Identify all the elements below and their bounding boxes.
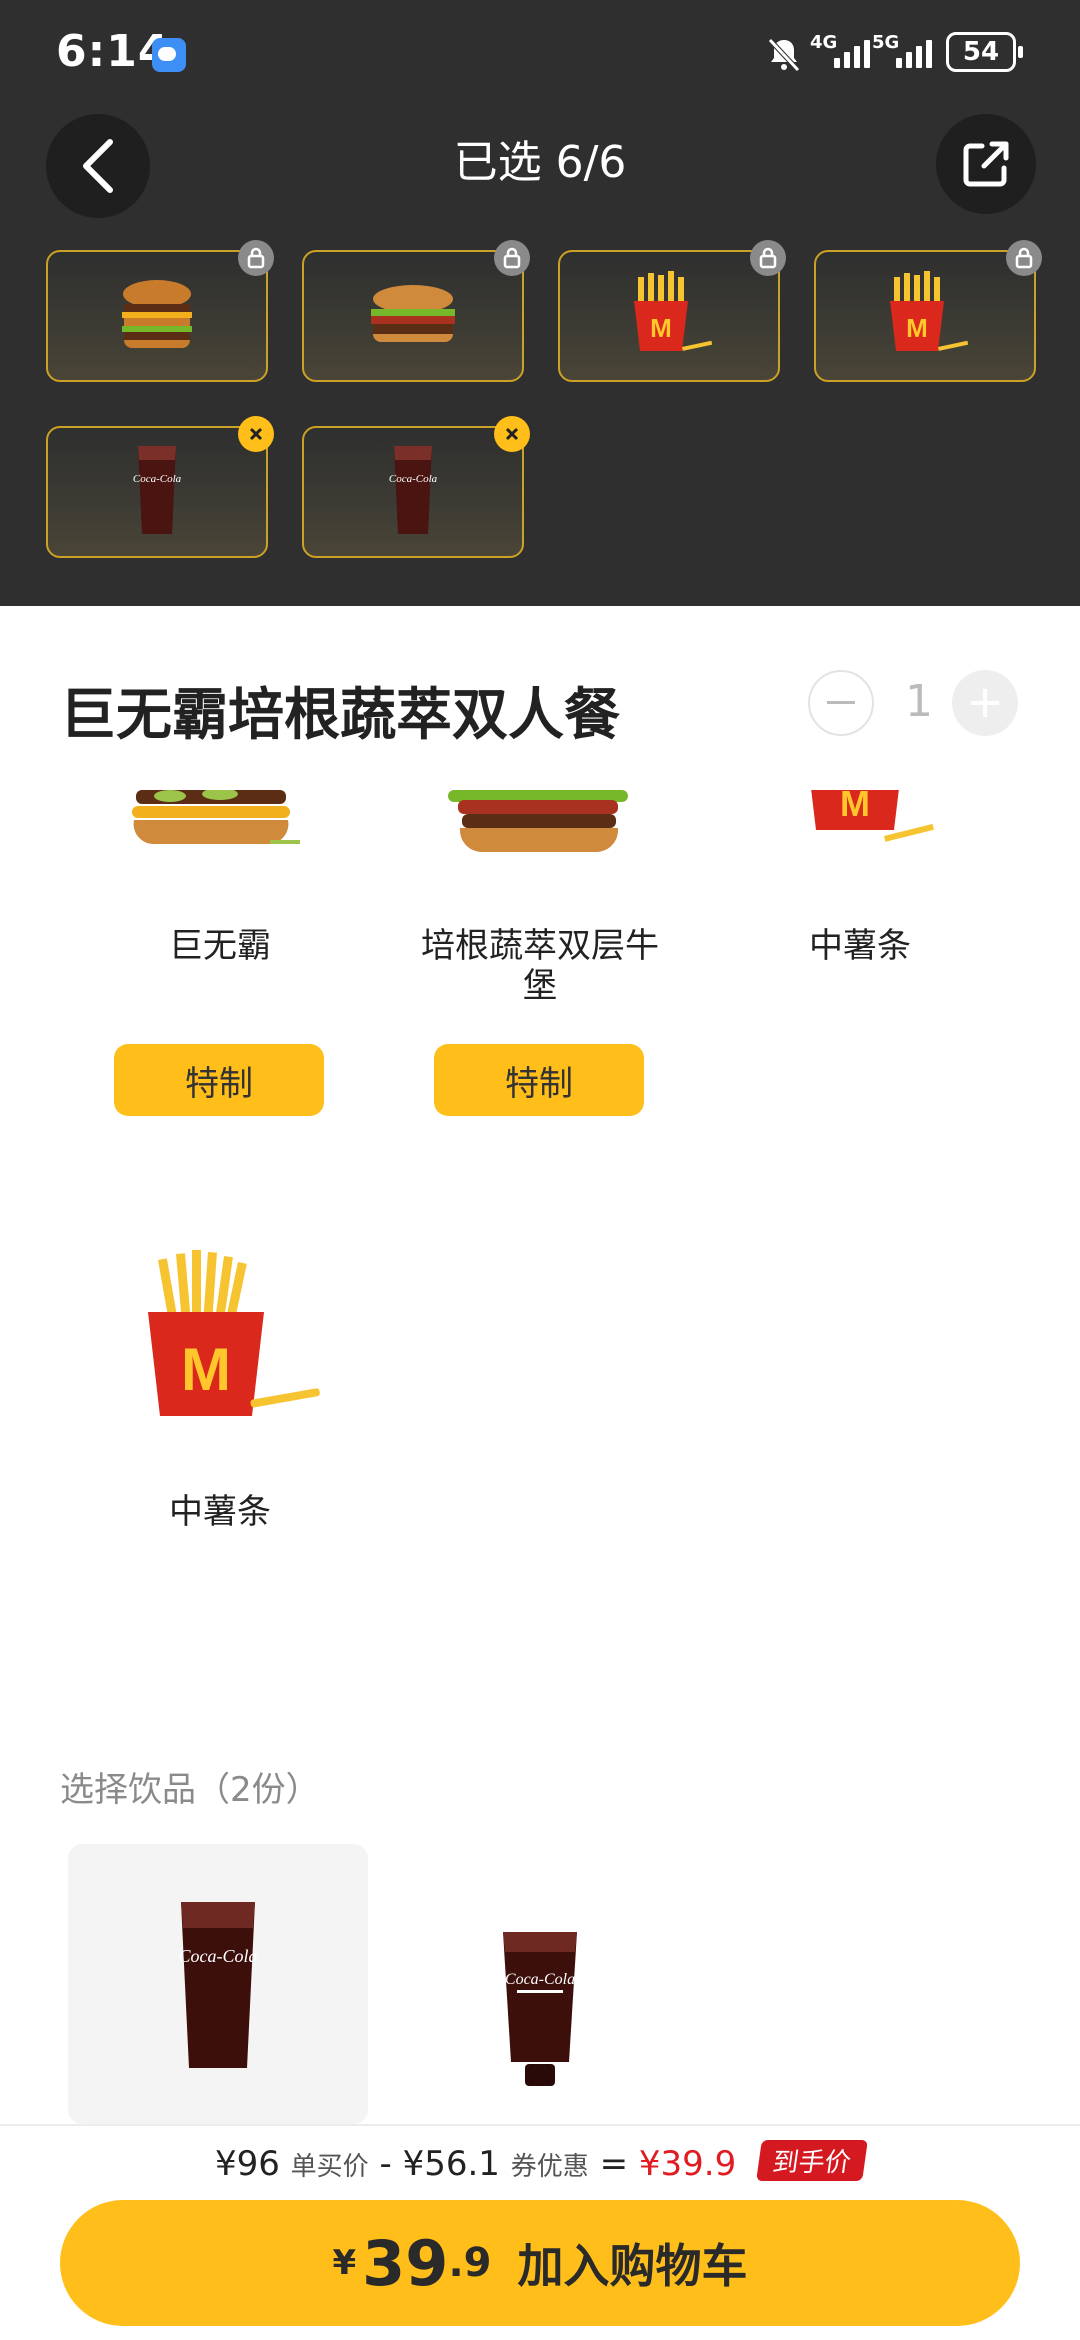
quantity-value: 1 [905,676,933,727]
burger-icon [448,790,628,853]
fries-icon: M [890,271,969,351]
svg-text:Coca-Cola: Coca-Cola [389,473,438,485]
selected-chip-bacon-burger[interactable] [302,240,530,382]
burger-icon [371,285,455,342]
lock-icon [494,240,530,276]
price-integer: 39 [362,2226,449,2300]
svg-text:M: M [650,313,672,343]
cola-icon: Coca-Cola [179,1902,258,2068]
cola-zero-icon: Coca-Cola [503,1932,577,2086]
weather-icon [152,38,186,72]
decrease-button[interactable] [808,670,874,736]
price-summary: ¥96 单买价 - ¥56.1 券优惠 = ¥39.9 到手价 [0,2140,1080,2184]
add-to-cart-button[interactable]: ¥ 39 .9 加入购物车 [60,2200,1020,2326]
cola-icon: Coca-Cola [389,446,438,534]
increase-button[interactable] [952,670,1018,736]
meal-title: 巨无霸培根蔬萃双人餐 [60,683,620,748]
equals-sign: = [599,2144,629,2184]
original-price: ¥96 [214,2144,280,2184]
lock-icon [1006,240,1042,276]
item-name: 培根蔬萃双层牛堡 [421,926,659,1006]
status-bar: 6:14 4G 5G 54 [0,0,1080,110]
selected-chip-cola[interactable]: Coca-Cola [46,416,274,558]
bell-muted-icon [768,38,800,72]
svg-text:Coca-Cola: Coca-Cola [505,1971,575,1988]
meal-item-big-mac: 巨无霸 [60,790,380,966]
cellular-signal-5g: 5G [872,32,932,72]
page-title: 已选 6/6 [453,137,627,188]
customize-button[interactable]: 特制 [114,1044,324,1116]
customize-button[interactable]: 特制 [434,1044,644,1116]
drink-option-coca-cola-zero[interactable]: Coca-Cola [390,1844,690,2124]
bacon-burger-image [380,790,700,900]
quantity-stepper: 1 [808,670,1018,738]
burger-icon [132,790,300,845]
share-button[interactable] [936,114,1036,214]
item-name: 中薯条 [169,1492,271,1532]
svg-text:M: M [181,1336,231,1403]
meal-item-fries: M 中薯条 [700,790,1020,966]
fries-icon: M [811,790,934,842]
meal-item-bacon-burger: 培根蔬萃双层牛堡 [380,790,700,1006]
minus-sign: - [379,2144,392,2184]
remove-icon[interactable] [494,416,530,452]
chevron-left-icon [83,139,113,193]
back-button[interactable] [46,114,150,218]
fries-icon: M [634,271,713,351]
burger-icon [122,280,192,348]
battery-indicator: 54 [946,32,1023,72]
svg-text:M: M [906,313,928,343]
svg-text:M: M [840,790,870,824]
cola-icon: Coca-Cola [133,446,182,534]
discount-label: 券优惠 [510,2152,589,2182]
original-price-label: 单买价 [290,2152,369,2182]
drink-option-coca-cola[interactable]: Coca-Cola [68,1844,368,2124]
remove-icon[interactable] [238,416,274,452]
big-mac-image [60,790,380,900]
drinks-section-title: 选择饮品（2份） [60,1770,320,1810]
add-to-cart-label: 加入购物车 [517,2239,748,2293]
plus-icon [971,689,999,717]
selection-header: 6:14 4G 5G 54 已选 6/6 M M Coca-Cola Coca-… [0,0,1080,606]
fries-icon: M [148,1250,320,1416]
price-decimal: .9 [448,2240,492,2286]
selected-chip-fries[interactable]: M [814,240,1042,382]
selected-chip-cola[interactable]: Coca-Cola [302,416,530,558]
selected-chip-big-mac[interactable] [46,240,274,382]
final-price: ¥39.9 [638,2144,737,2184]
minus-icon [827,701,855,704]
item-name: 中薯条 [809,926,911,966]
fries-image: M [700,790,1020,900]
currency-symbol: ¥ [332,2243,357,2283]
lock-icon [238,240,274,276]
final-price-tag: 到手价 [756,2140,868,2181]
checkout-bar: ¥96 单买价 - ¥56.1 券优惠 = ¥39.9 到手价 ¥ 39 .9 … [0,2124,1080,2340]
selected-chip-fries[interactable]: M [558,240,786,382]
item-name: 巨无霸 [169,926,271,966]
svg-text:Coca-Cola: Coca-Cola [133,473,182,485]
discount-amount: ¥56.1 [402,2144,500,2184]
external-share-icon [963,141,1009,187]
lock-icon [750,240,786,276]
cellular-signal-4g: 4G [810,32,870,72]
svg-text:Coca-Cola: Coca-Cola [179,1946,258,1966]
